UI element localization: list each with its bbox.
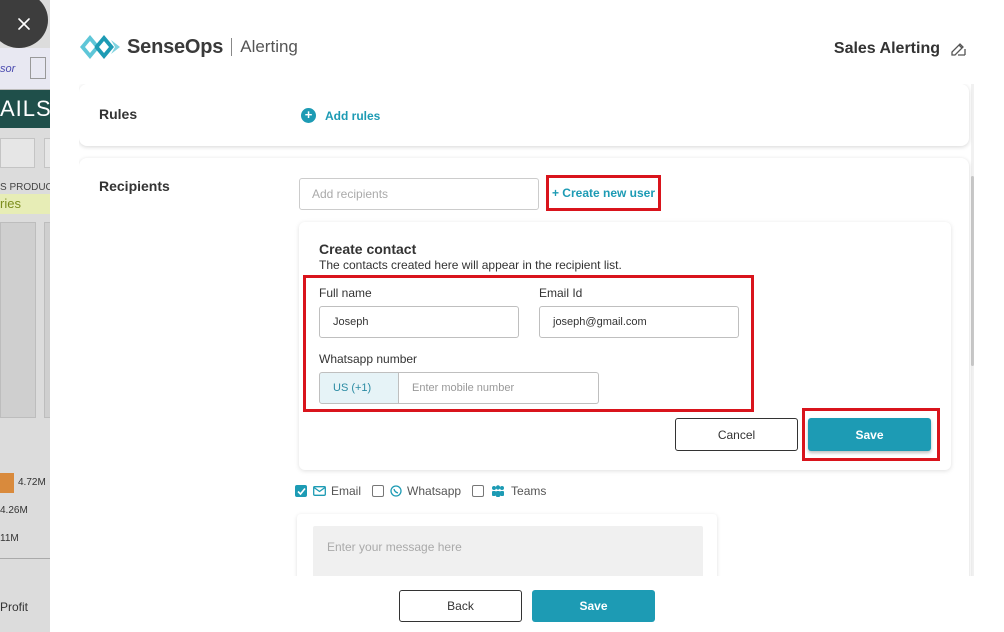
content-scroll-area: Rules + Add rules Recipients + Create ne… [79,84,974,576]
whatsapp-checkbox[interactable] [372,485,385,497]
brand-name: SenseOps [127,35,224,58]
back-button[interactable]: Back [399,590,522,622]
alert-modal: SenseOps Alerting Sales Alerting Rules +… [50,0,1004,632]
email-channel-option[interactable]: Email [295,484,361,498]
background-app: sor AILS S PRODUC ries 4.72M 4.26M 11M P… [0,0,50,632]
cancel-button[interactable]: Cancel [675,418,798,451]
teams-channel-label: Teams [511,484,547,498]
save-contact-button[interactable]: Save [808,418,931,451]
teams-checkbox[interactable] [472,485,485,497]
teams-icon [490,485,506,497]
email-field[interactable]: joseph@gmail.com [539,306,739,338]
brand: SenseOps Alerting [79,34,298,60]
whatsapp-icon [390,485,402,497]
background-bar-mark [0,473,14,493]
save-button[interactable]: Save [532,590,655,622]
add-recipients-input[interactable] [299,178,539,210]
whatsapp-channel-label: Whatsapp [407,484,462,498]
full-name-field[interactable]: Joseph [319,306,519,338]
teams-channel-option[interactable]: Teams [472,484,546,498]
create-new-user-button[interactable]: + Create new user [546,175,661,211]
email-checkbox[interactable] [295,485,307,497]
brand-subtitle: Alerting [240,37,298,56]
email-icon [313,486,326,496]
email-channel-label: Email [331,484,362,498]
check-icon [296,487,306,495]
background-value: 4.26M [0,505,28,516]
background-panel [0,222,36,418]
add-rules-button[interactable]: + Add rules [301,108,380,123]
recipients-card: Recipients + Create new user Create cont… [79,158,969,576]
message-panel: Enter your message here [297,514,717,576]
create-contact-title: Create contact [319,241,417,257]
mobile-number-input[interactable] [399,372,599,404]
email-label: Email Id [539,286,583,300]
create-contact-subtitle: The contacts created here will appear in… [319,258,622,272]
full-name-label: Full name [319,286,372,300]
alert-title: Sales Alerting [834,40,966,58]
background-expand-icon[interactable] [30,57,46,79]
background-divider [0,558,50,559]
message-textarea[interactable]: Enter your message here [313,526,703,576]
background-series-label: ries [0,194,50,214]
background-filter-box[interactable] [0,138,35,168]
background-profit-label: Profit [0,600,29,614]
create-contact-card: Create contact The contacts created here… [299,222,951,470]
channel-options: Email Whatsapp Teams [295,484,557,498]
background-value: 4.72M [18,477,46,488]
edit-icon[interactable] [950,41,966,57]
rules-label: Rules [99,106,138,122]
close-icon [18,18,30,30]
whatsapp-channel-option[interactable]: Whatsapp [372,484,461,498]
add-rules-label: Add rules [325,108,381,123]
plus-circle-icon: + [301,108,316,123]
whatsapp-label: Whatsapp number [319,352,418,366]
background-link[interactable]: sor [0,63,15,75]
recipients-label: Recipients [99,178,170,194]
background-banner: AILS [0,90,50,128]
brand-separator [231,38,233,56]
country-code-select[interactable]: US (+1) [319,372,399,404]
background-product-label: S PRODUC [0,182,50,193]
background-value: 11M [0,533,19,544]
alert-name: Sales Alerting [833,40,940,57]
senseops-logo-icon [80,35,120,59]
rules-card: Rules + Add rules [79,84,969,146]
